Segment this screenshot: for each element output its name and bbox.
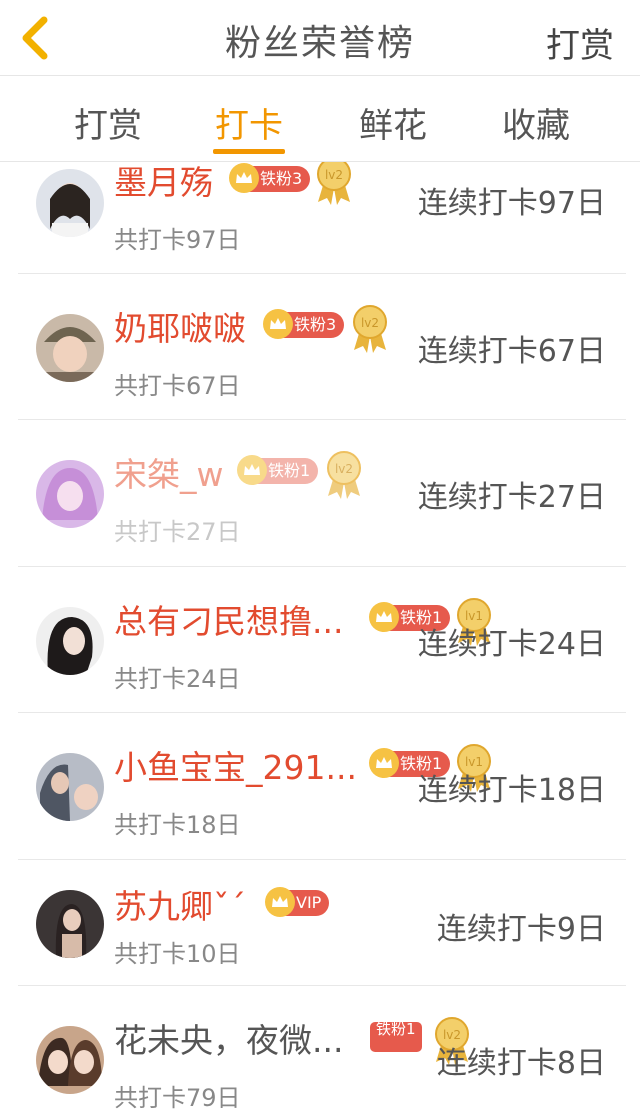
avatar	[36, 460, 104, 528]
tab-flowers[interactable]: 鲜花	[333, 98, 453, 147]
fan-name: 花未央，夜微...	[114, 1021, 344, 1060]
avatar	[36, 1026, 104, 1094]
streak-days: 连续打卡67日	[417, 334, 606, 369]
app-header: 粉丝荣誉榜 打赏	[0, 0, 640, 76]
tab-favorites[interactable]: 收藏	[476, 98, 596, 147]
fan-list: 墨月殇 铁粉3 lv2 共打卡97日 连续打卡97日 奶耶啵啵 铁粉3 lv2 …	[0, 162, 640, 1111]
crown-icon	[237, 455, 267, 485]
streak-days: 连续打卡9日	[436, 912, 606, 947]
crown-icon	[263, 309, 293, 339]
crown-icon	[369, 748, 399, 778]
active-tab-indicator	[213, 149, 285, 154]
svg-text:lv2: lv2	[325, 168, 343, 182]
crown-icon	[229, 163, 259, 193]
list-item[interactable]: 小鱼宝宝_291... 铁粉1 lv1 共打卡18日 连续打卡18日	[0, 713, 640, 860]
total-checkins: 共打卡10日	[114, 940, 241, 968]
avatar	[36, 169, 104, 237]
avatar	[36, 890, 104, 958]
fan-name: 墨月殇	[114, 163, 213, 202]
streak-days: 连续打卡24日	[417, 627, 606, 662]
level-medal-icon: lv2	[317, 162, 351, 205]
fan-name: 奶耶啵啵	[114, 309, 246, 348]
vip-badge: VIP	[265, 887, 330, 917]
total-checkins: 共打卡97日	[114, 226, 241, 254]
list-item[interactable]: 奶耶啵啵 铁粉3 lv2 共打卡67日 连续打卡67日	[0, 274, 640, 420]
total-checkins: 共打卡27日	[114, 518, 241, 546]
avatar	[36, 314, 104, 382]
fan-name: 小鱼宝宝_291...	[114, 748, 357, 787]
crown-icon	[265, 887, 295, 917]
streak-days: 连续打卡27日	[417, 480, 606, 515]
streak-days: 连续打卡8日	[436, 1046, 606, 1081]
fan-name: 苏九卿ˇˊ	[114, 887, 246, 926]
list-item[interactable]: 总有刁民想撸... 铁粉1 lv1 共打卡24日 连续打卡24日	[0, 567, 640, 713]
svg-text:lv2: lv2	[361, 316, 379, 330]
tab-reward[interactable]: 打赏	[48, 98, 168, 147]
page-title: 粉丝荣誉榜	[224, 23, 415, 64]
fan-level-badge: 铁粉1	[370, 1022, 422, 1052]
reward-button[interactable]: 打赏	[546, 18, 614, 67]
fan-name: 宋桀_w	[114, 455, 224, 494]
list-item[interactable]: 花未央，夜微... 铁粉1 lv2 共打卡79日 连续打卡8日	[0, 986, 640, 1111]
total-checkins: 共打卡79日	[114, 1084, 241, 1111]
fan-level-badge: 铁粉3	[229, 163, 311, 193]
level-medal-icon: lv2	[353, 305, 387, 353]
fan-level-badge: 铁粉3	[263, 309, 345, 339]
level-medal-icon: lv2	[327, 451, 361, 499]
total-checkins: 共打卡24日	[114, 665, 241, 693]
streak-days: 连续打卡18日	[417, 773, 606, 808]
total-checkins: 共打卡67日	[114, 372, 241, 400]
tab-bar: 打赏 打卡 鲜花 收藏	[0, 76, 640, 162]
avatar	[36, 607, 104, 675]
crown-icon	[369, 602, 399, 632]
list-item[interactable]: 宋桀_w 铁粉1 lv2 共打卡27日 连续打卡27日	[0, 420, 640, 567]
fan-level-badge: 铁粉1	[237, 455, 319, 485]
svg-text:lv2: lv2	[335, 462, 353, 476]
fan-name: 总有刁民想撸...	[114, 602, 344, 641]
list-item[interactable]: 墨月殇 铁粉3 lv2 共打卡97日 连续打卡97日	[0, 162, 640, 274]
total-checkins: 共打卡18日	[114, 811, 241, 839]
tab-checkin[interactable]: 打卡	[189, 98, 309, 147]
avatar	[36, 753, 104, 821]
list-item[interactable]: 苏九卿ˇˊ VIP 共打卡10日 连续打卡9日	[0, 860, 640, 986]
streak-days: 连续打卡97日	[417, 186, 606, 221]
